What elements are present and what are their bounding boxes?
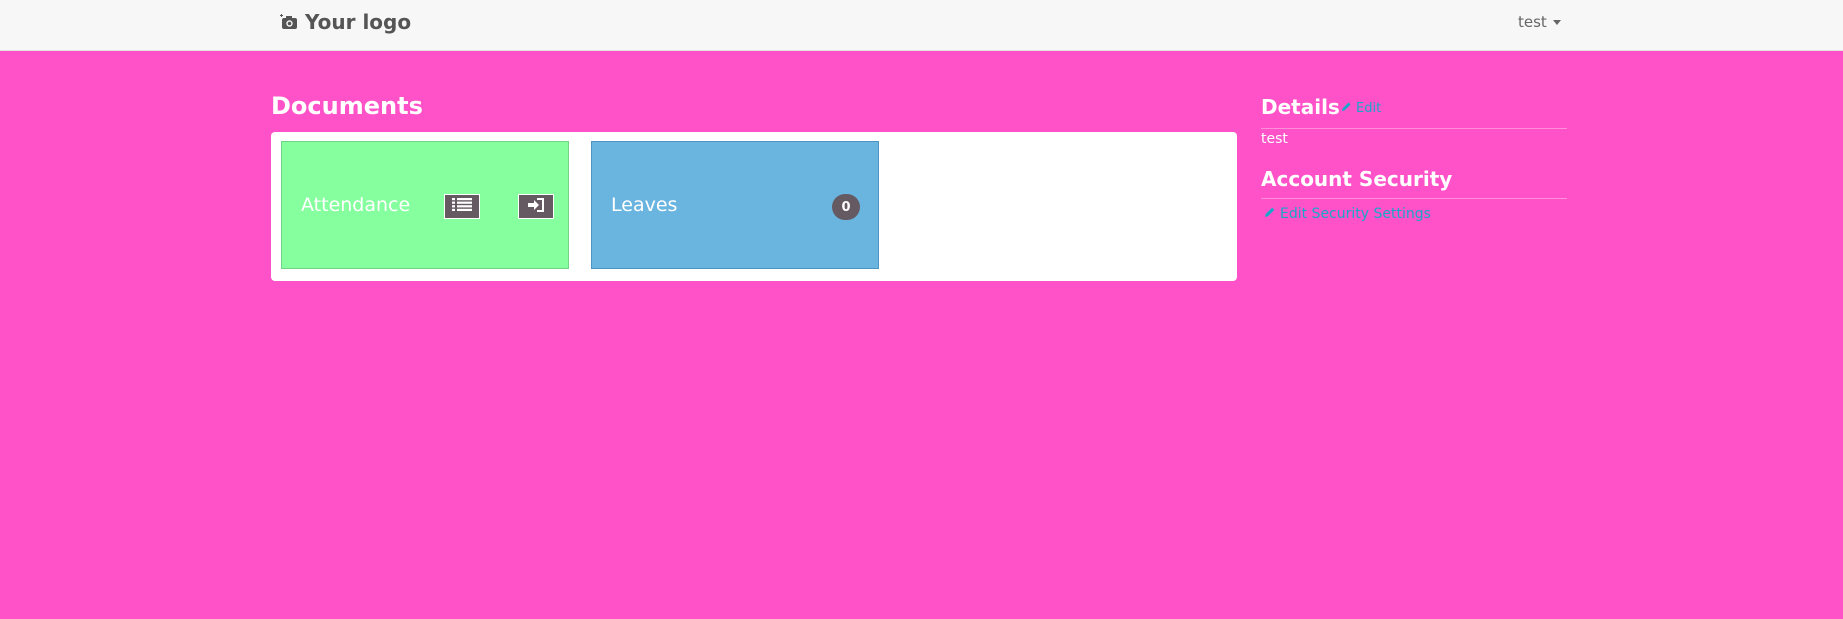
list-icon (451, 197, 473, 216)
documents-panel: Attendance Leaves 0 (271, 132, 1237, 281)
top-navbar: Your logo test (0, 0, 1843, 51)
account-security-title: Account Security (1261, 167, 1453, 191)
details-title: Details (1261, 95, 1340, 119)
leaves-tile-label: Leaves (611, 194, 678, 216)
camera-icon (280, 14, 299, 30)
details-divider (1261, 128, 1567, 129)
edit-details-link[interactable]: Edit (1341, 101, 1381, 116)
user-menu-dropdown[interactable]: test (1518, 13, 1561, 31)
sign-in-icon (526, 197, 546, 217)
attendance-list-button[interactable] (444, 194, 480, 219)
details-value: test (1261, 131, 1288, 147)
edit-details-label: Edit (1356, 101, 1382, 116)
pencil-icon (1264, 206, 1276, 222)
documents-title: Documents (271, 92, 423, 120)
edit-security-settings-link[interactable]: Edit Security Settings (1264, 206, 1431, 222)
edit-security-settings-label: Edit Security Settings (1280, 206, 1431, 222)
pencil-icon (1341, 101, 1352, 116)
user-menu-label: test (1518, 13, 1547, 31)
caret-down-icon (1552, 19, 1561, 25)
leaves-count-badge: 0 (832, 194, 860, 220)
attendance-tile[interactable]: Attendance (281, 141, 569, 269)
attendance-tile-label: Attendance (301, 194, 411, 216)
attendance-enter-button[interactable] (518, 194, 554, 219)
security-divider (1261, 198, 1567, 199)
logo-text: Your logo (305, 10, 412, 34)
logo-link[interactable]: Your logo (280, 10, 411, 34)
leaves-tile[interactable]: Leaves 0 (591, 141, 879, 269)
